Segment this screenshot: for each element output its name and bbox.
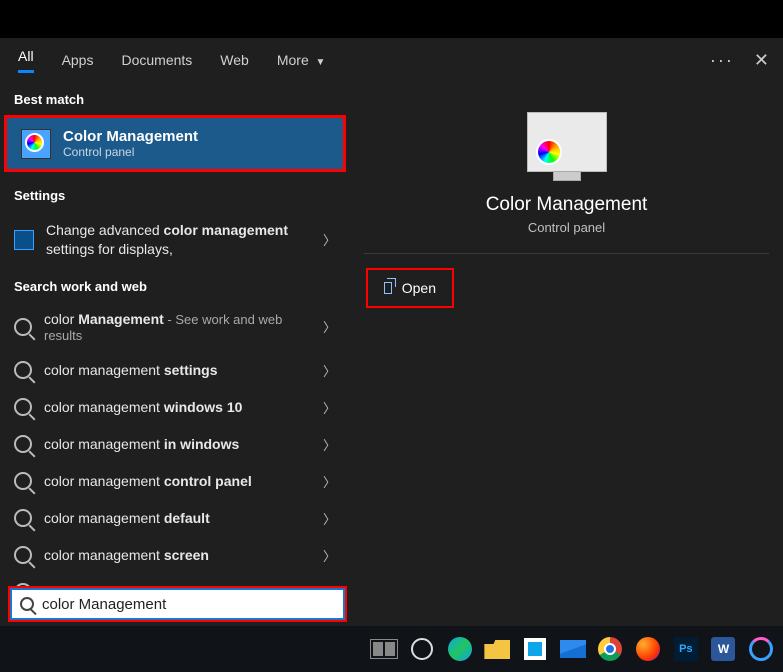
firefox-icon[interactable] bbox=[632, 633, 664, 665]
results-panel: Best match Color Management Control pane… bbox=[0, 82, 350, 626]
web-result[interactable]: color management settings 〉 bbox=[0, 352, 350, 389]
web-result-text: color management control panel bbox=[44, 473, 323, 489]
web-result-text: color management settings bbox=[44, 362, 323, 378]
web-result-text: color management default bbox=[44, 510, 323, 526]
web-result[interactable]: color management windows 10 〉 bbox=[0, 389, 350, 426]
open-label: Open bbox=[402, 280, 436, 296]
photoshop-icon[interactable]: Ps bbox=[670, 633, 702, 665]
web-result-text: color management in windows bbox=[44, 436, 323, 452]
app-icon[interactable] bbox=[745, 633, 777, 665]
web-result[interactable]: color management default 〉 bbox=[0, 500, 350, 537]
chevron-right-icon: 〉 bbox=[323, 509, 336, 528]
color-management-icon bbox=[21, 129, 51, 159]
search-icon bbox=[14, 472, 32, 490]
chrome-icon[interactable] bbox=[595, 633, 627, 665]
taskbar: Ps W bbox=[0, 626, 783, 672]
section-settings: Settings bbox=[0, 178, 350, 211]
search-icon bbox=[14, 318, 32, 336]
web-result[interactable]: color management control panel 〉 bbox=[0, 463, 350, 500]
tab-apps[interactable]: Apps bbox=[62, 44, 94, 76]
microsoft-store-icon[interactable] bbox=[519, 633, 551, 665]
web-result-top[interactable]: color Management - See work and web resu… bbox=[0, 302, 350, 352]
web-result[interactable]: color management in windows 〉 bbox=[0, 426, 350, 463]
tab-all[interactable]: All bbox=[18, 40, 34, 81]
preview-title: Color Management bbox=[486, 194, 648, 216]
chevron-right-icon: 〉 bbox=[323, 230, 336, 249]
mail-icon[interactable] bbox=[557, 633, 589, 665]
search-icon bbox=[20, 597, 34, 611]
chevron-right-icon: 〉 bbox=[323, 435, 336, 454]
chevron-right-icon: 〉 bbox=[323, 398, 336, 417]
open-button[interactable]: Open bbox=[366, 268, 454, 308]
best-match-subtitle: Control panel bbox=[63, 145, 198, 159]
taskview-icon[interactable] bbox=[368, 633, 400, 665]
file-explorer-icon[interactable] bbox=[482, 633, 514, 665]
tab-more[interactable]: More ▼ bbox=[277, 44, 326, 76]
search-box[interactable] bbox=[10, 588, 345, 620]
search-icon bbox=[14, 435, 32, 453]
tab-documents[interactable]: Documents bbox=[121, 44, 192, 76]
preview-panel: Color Management Control panel Open bbox=[350, 82, 783, 626]
search-icon bbox=[14, 546, 32, 564]
close-icon[interactable]: ✕ bbox=[754, 50, 769, 71]
chevron-right-icon: 〉 bbox=[323, 317, 336, 336]
search-input[interactable] bbox=[42, 596, 335, 613]
more-options-icon[interactable]: ··· bbox=[710, 50, 734, 71]
cortana-icon[interactable] bbox=[406, 633, 438, 665]
search-icon bbox=[14, 509, 32, 527]
tab-web[interactable]: Web bbox=[220, 44, 249, 76]
section-search-work-web: Search work and web bbox=[0, 269, 350, 302]
web-result[interactable]: color management screen 〉 bbox=[0, 537, 350, 574]
best-match-title: Color Management bbox=[63, 128, 198, 145]
section-best-match: Best match bbox=[0, 82, 350, 115]
chevron-right-icon: 〉 bbox=[323, 546, 336, 565]
preview-subtitle: Control panel bbox=[528, 220, 605, 235]
word-icon[interactable]: W bbox=[708, 633, 740, 665]
search-tabs: All Apps Documents Web More ▼ ··· ✕ bbox=[0, 38, 783, 82]
color-management-large-icon bbox=[527, 112, 607, 172]
edge-icon[interactable] bbox=[444, 633, 476, 665]
settings-result[interactable]: Change advanced color management setting… bbox=[0, 211, 350, 269]
best-match-result[interactable]: Color Management Control panel bbox=[4, 115, 346, 172]
web-result-text: color management windows 10 bbox=[44, 399, 323, 415]
search-icon bbox=[14, 398, 32, 416]
web-result-text: color management screen bbox=[44, 547, 323, 563]
chevron-right-icon: 〉 bbox=[323, 361, 336, 380]
display-settings-icon bbox=[14, 230, 34, 250]
open-icon bbox=[384, 282, 392, 294]
settings-result-text: Change advanced color management setting… bbox=[46, 221, 323, 259]
chevron-down-icon: ▼ bbox=[313, 57, 326, 68]
search-icon bbox=[14, 361, 32, 379]
chevron-right-icon: 〉 bbox=[323, 472, 336, 491]
web-result-text: color Management - See work and web resu… bbox=[44, 311, 323, 343]
